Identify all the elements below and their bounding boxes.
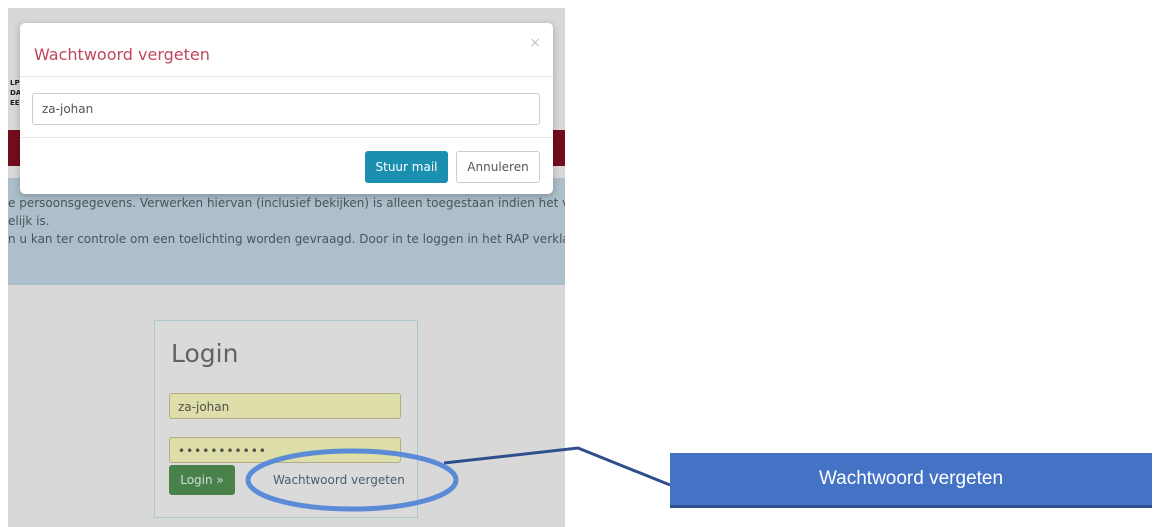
callout-annotation: [245, 446, 671, 512]
highlight-ellipse: [245, 448, 459, 512]
callout-connector-line: [443, 446, 671, 487]
callout-label-box: Wachtwoord vergeten: [670, 453, 1152, 508]
